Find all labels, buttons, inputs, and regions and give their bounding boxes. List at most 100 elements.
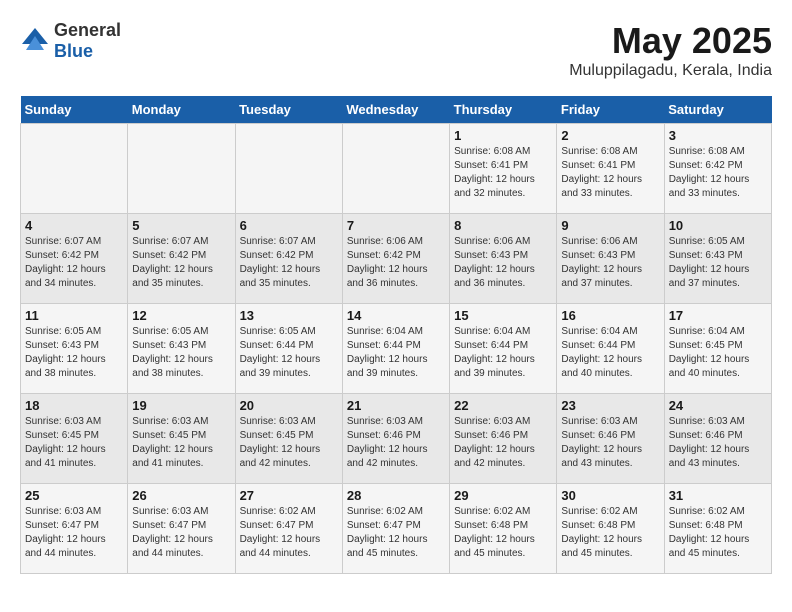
day-cell: 19Sunrise: 6:03 AM Sunset: 6:45 PM Dayli… bbox=[128, 394, 235, 484]
day-number: 30 bbox=[561, 488, 659, 503]
weekday-header-monday: Monday bbox=[128, 96, 235, 124]
day-cell: 31 Sunrise: 6:02 AM Sunset: 6:48 PM Dayli… bbox=[664, 484, 771, 574]
day-cell: 10 Sunrise: 6:05 AM Sunset: 6:43 PM Dayli… bbox=[664, 214, 771, 304]
week-row-1: 1 Sunrise: 6:08 AM Sunset: 6:41 PM Daylig… bbox=[21, 124, 772, 214]
week-row-4: 18 Sunrise: 6:03 AM Sunset: 6:45 PM Dayli… bbox=[21, 394, 772, 484]
day-number: 24 bbox=[669, 398, 767, 413]
day-number: 1 bbox=[454, 128, 552, 143]
day-cell: 8Sunrise: 6:06 AM Sunset: 6:43 PM Daylig… bbox=[450, 214, 557, 304]
day-number: 12 bbox=[132, 308, 230, 323]
day-info: Sunrise: 6:07 AM Sunset: 6:42 PM Dayligh… bbox=[25, 235, 123, 291]
day-info: Sunrise: 6:04 AM Sunset: 6:44 PM Dayligh… bbox=[454, 325, 552, 381]
weekday-header-wednesday: Wednesday bbox=[342, 96, 449, 124]
day-number: 20 bbox=[240, 398, 338, 413]
day-number: 15 bbox=[454, 308, 552, 323]
main-title: May 2025 bbox=[569, 20, 772, 62]
day-info: Sunrise: 6:03 AM Sunset: 6:47 PM Dayligh… bbox=[25, 505, 123, 561]
logo-text-general: General bbox=[54, 20, 121, 40]
day-number: 3 bbox=[669, 128, 767, 143]
day-cell: 28 Sunrise: 6:02 AM Sunset: 6:47 PM Dayli… bbox=[342, 484, 449, 574]
day-cell: 22 Sunrise: 6:03 AM Sunset: 6:46 PM Dayli… bbox=[450, 394, 557, 484]
day-info: Sunrise: 6:02 AM Sunset: 6:47 PM Dayligh… bbox=[347, 505, 445, 561]
day-cell: 3 Sunrise: 6:08 AM Sunset: 6:42 PM Daylig… bbox=[664, 124, 771, 214]
week-row-5: 25 Sunrise: 6:03 AM Sunset: 6:47 PM Dayli… bbox=[21, 484, 772, 574]
day-cell: 12 Sunrise: 6:05 AM Sunset: 6:43 PM Dayli… bbox=[128, 304, 235, 394]
day-cell: 5 Sunrise: 6:07 AM Sunset: 6:42 PM Daylig… bbox=[128, 214, 235, 304]
day-info: Sunrise: 6:03 AM Sunset: 6:46 PM Dayligh… bbox=[454, 415, 552, 471]
day-cell bbox=[128, 124, 235, 214]
day-info: Sunrise: 6:03 AM Sunset: 6:46 PM Dayligh… bbox=[669, 415, 767, 471]
day-number: 29 bbox=[454, 488, 552, 503]
day-cell: 21 Sunrise: 6:03 AM Sunset: 6:46 PM Dayli… bbox=[342, 394, 449, 484]
day-number: 8 bbox=[454, 218, 552, 233]
day-number: 7 bbox=[347, 218, 445, 233]
day-number: 5 bbox=[132, 218, 230, 233]
day-cell bbox=[21, 124, 128, 214]
weekday-header-friday: Friday bbox=[557, 96, 664, 124]
day-info: Sunrise: 6:06 AM Sunset: 6:42 PM Dayligh… bbox=[347, 235, 445, 291]
day-info: Sunrise: 6:06 AM Sunset: 6:43 PM Dayligh… bbox=[561, 235, 659, 291]
day-cell: 17 Sunrise: 6:04 AM Sunset: 6:45 PM Dayli… bbox=[664, 304, 771, 394]
day-info: Sunrise: 6:07 AM Sunset: 6:42 PM Dayligh… bbox=[132, 235, 230, 291]
day-cell: 30Sunrise: 6:02 AM Sunset: 6:48 PM Dayli… bbox=[557, 484, 664, 574]
day-info: Sunrise: 6:03 AM Sunset: 6:46 PM Dayligh… bbox=[347, 415, 445, 471]
day-cell bbox=[342, 124, 449, 214]
day-number: 6 bbox=[240, 218, 338, 233]
day-cell: 2Sunrise: 6:08 AM Sunset: 6:41 PM Daylig… bbox=[557, 124, 664, 214]
day-number: 22 bbox=[454, 398, 552, 413]
day-info: Sunrise: 6:03 AM Sunset: 6:47 PM Dayligh… bbox=[132, 505, 230, 561]
day-number: 13 bbox=[240, 308, 338, 323]
day-info: Sunrise: 6:03 AM Sunset: 6:45 PM Dayligh… bbox=[132, 415, 230, 471]
day-info: Sunrise: 6:08 AM Sunset: 6:41 PM Dayligh… bbox=[561, 145, 659, 201]
day-cell: 24 Sunrise: 6:03 AM Sunset: 6:46 PM Dayli… bbox=[664, 394, 771, 484]
day-number: 31 bbox=[669, 488, 767, 503]
week-row-2: 4 Sunrise: 6:07 AM Sunset: 6:42 PM Daylig… bbox=[21, 214, 772, 304]
day-number: 18 bbox=[25, 398, 123, 413]
day-cell: 27 Sunrise: 6:02 AM Sunset: 6:47 PM Dayli… bbox=[235, 484, 342, 574]
week-row-3: 11Sunrise: 6:05 AM Sunset: 6:43 PM Dayli… bbox=[21, 304, 772, 394]
day-cell: 13 Sunrise: 6:05 AM Sunset: 6:44 PM Dayli… bbox=[235, 304, 342, 394]
weekday-header-sunday: Sunday bbox=[21, 96, 128, 124]
day-number: 14 bbox=[347, 308, 445, 323]
logo: General Blue bbox=[20, 20, 121, 62]
day-cell: 23Sunrise: 6:03 AM Sunset: 6:46 PM Dayli… bbox=[557, 394, 664, 484]
day-info: Sunrise: 6:03 AM Sunset: 6:45 PM Dayligh… bbox=[25, 415, 123, 471]
title-area: May 2025 Muluppilagadu, Kerala, India bbox=[569, 20, 772, 80]
day-number: 27 bbox=[240, 488, 338, 503]
day-number: 23 bbox=[561, 398, 659, 413]
header: General Blue May 2025 Muluppilagadu, Ker… bbox=[20, 20, 772, 80]
day-cell: 9Sunrise: 6:06 AM Sunset: 6:43 PM Daylig… bbox=[557, 214, 664, 304]
day-info: Sunrise: 6:04 AM Sunset: 6:44 PM Dayligh… bbox=[561, 325, 659, 381]
day-number: 4 bbox=[25, 218, 123, 233]
day-cell: 4 Sunrise: 6:07 AM Sunset: 6:42 PM Daylig… bbox=[21, 214, 128, 304]
day-number: 26 bbox=[132, 488, 230, 503]
day-cell: 15 Sunrise: 6:04 AM Sunset: 6:44 PM Dayli… bbox=[450, 304, 557, 394]
day-info: Sunrise: 6:08 AM Sunset: 6:42 PM Dayligh… bbox=[669, 145, 767, 201]
day-number: 17 bbox=[669, 308, 767, 323]
day-info: Sunrise: 6:02 AM Sunset: 6:48 PM Dayligh… bbox=[669, 505, 767, 561]
day-cell: 11Sunrise: 6:05 AM Sunset: 6:43 PM Dayli… bbox=[21, 304, 128, 394]
day-info: Sunrise: 6:02 AM Sunset: 6:47 PM Dayligh… bbox=[240, 505, 338, 561]
day-info: Sunrise: 6:03 AM Sunset: 6:45 PM Dayligh… bbox=[240, 415, 338, 471]
day-number: 10 bbox=[669, 218, 767, 233]
day-info: Sunrise: 6:05 AM Sunset: 6:43 PM Dayligh… bbox=[25, 325, 123, 381]
day-cell: 29Sunrise: 6:02 AM Sunset: 6:48 PM Dayli… bbox=[450, 484, 557, 574]
calendar-table: SundayMondayTuesdayWednesdayThursdayFrid… bbox=[20, 96, 772, 574]
day-number: 16 bbox=[561, 308, 659, 323]
day-number: 25 bbox=[25, 488, 123, 503]
day-number: 28 bbox=[347, 488, 445, 503]
day-info: Sunrise: 6:04 AM Sunset: 6:44 PM Dayligh… bbox=[347, 325, 445, 381]
weekday-header-thursday: Thursday bbox=[450, 96, 557, 124]
day-cell: 26 Sunrise: 6:03 AM Sunset: 6:47 PM Dayli… bbox=[128, 484, 235, 574]
day-cell: 7 Sunrise: 6:06 AM Sunset: 6:42 PM Daylig… bbox=[342, 214, 449, 304]
day-info: Sunrise: 6:05 AM Sunset: 6:43 PM Dayligh… bbox=[132, 325, 230, 381]
day-info: Sunrise: 6:05 AM Sunset: 6:43 PM Dayligh… bbox=[669, 235, 767, 291]
day-cell: 20 Sunrise: 6:03 AM Sunset: 6:45 PM Dayli… bbox=[235, 394, 342, 484]
day-info: Sunrise: 6:05 AM Sunset: 6:44 PM Dayligh… bbox=[240, 325, 338, 381]
weekday-header-saturday: Saturday bbox=[664, 96, 771, 124]
day-number: 21 bbox=[347, 398, 445, 413]
day-info: Sunrise: 6:08 AM Sunset: 6:41 PM Dayligh… bbox=[454, 145, 552, 201]
logo-text-blue: Blue bbox=[54, 41, 93, 61]
day-info: Sunrise: 6:04 AM Sunset: 6:45 PM Dayligh… bbox=[669, 325, 767, 381]
day-cell: 16 Sunrise: 6:04 AM Sunset: 6:44 PM Dayli… bbox=[557, 304, 664, 394]
